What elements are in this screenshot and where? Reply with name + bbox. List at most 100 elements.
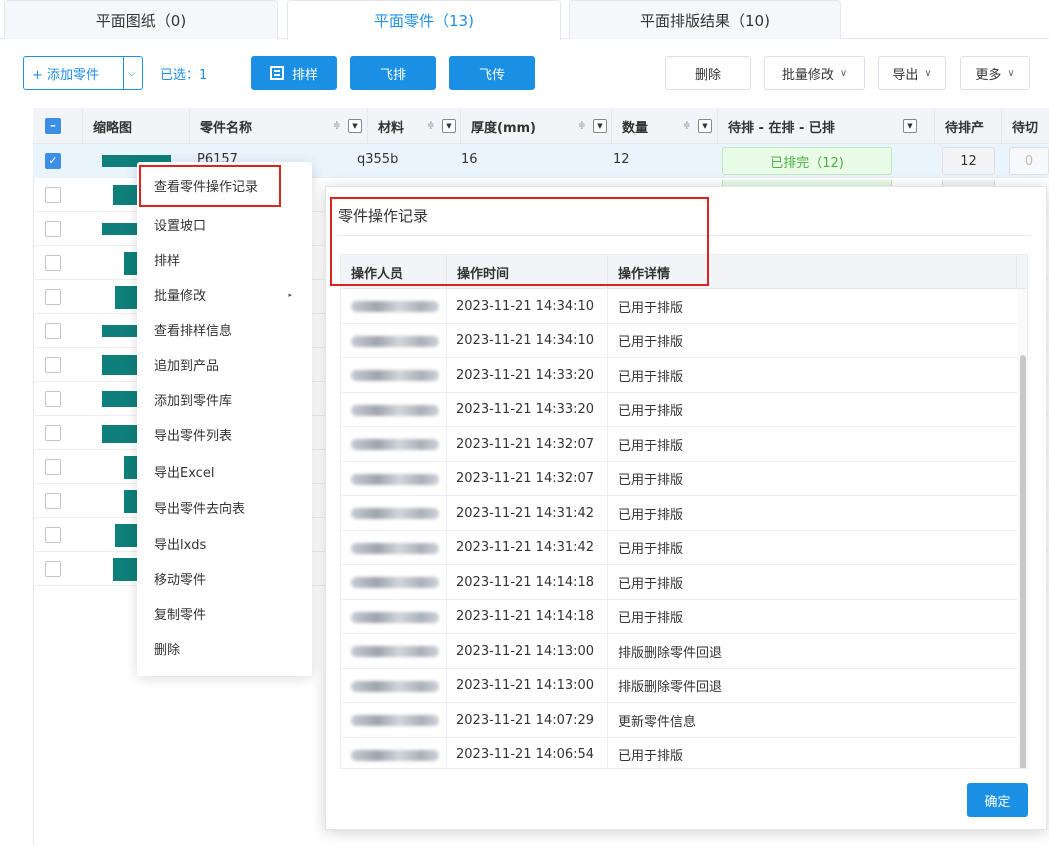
log-row: 2023-11-21 14:06:54 已用于排版 (341, 737, 1017, 768)
menu-item-export-destination[interactable]: 导出零件去向表 (137, 490, 312, 525)
part-thumbnail (102, 325, 137, 337)
redacted-operator (351, 370, 439, 381)
row-checkbox[interactable] (45, 221, 61, 237)
fly-nest-button[interactable]: 飞排 (350, 56, 436, 90)
export-label: 导出 (892, 67, 919, 83)
part-thumbnail (115, 524, 137, 547)
add-part-button[interactable]: + 添加零件 ⌵ (23, 56, 143, 90)
detail-cell: 已用于排版 (618, 542, 684, 557)
highlight-box (139, 165, 281, 207)
part-thickness: 16 (461, 152, 478, 167)
row-checkbox[interactable] (45, 255, 61, 271)
row-checkbox[interactable] (45, 391, 61, 407)
row-checkbox[interactable] (45, 459, 61, 475)
operator-cell (341, 530, 447, 565)
log-row: 2023-11-21 14:34:10 已用于排版 (341, 323, 1017, 358)
detail-cell: 已用于排版 (618, 507, 684, 523)
ok-button[interactable]: 确定 (967, 783, 1028, 817)
detail-cell: 已用于排版 (618, 300, 684, 316)
log-row: 2023-11-21 14:32:07 已用于排版 (341, 461, 1017, 496)
tab-drawings[interactable]: 平面图纸（0) (4, 0, 278, 39)
row-checkbox[interactable] (45, 527, 61, 543)
col-name-label: 零件名称 (200, 120, 253, 136)
col-quantity[interactable]: 数量 ≑ ▼ (612, 108, 718, 144)
time-cell: 2023-11-21 14:32:07 (447, 427, 608, 461)
parts-table-header: – 缩略图 零件名称 ≑ ▼ 材料 ≑ ▼ 厚度(mm) ≑ ▼ 数量 ≑ ▼ … (33, 108, 1049, 144)
filter-icon[interactable]: ▼ (698, 119, 712, 133)
redacted-operator (351, 508, 439, 519)
scrollbar-thumb[interactable] (1020, 355, 1026, 768)
menu-item-move-part[interactable]: 移动零件 (137, 561, 312, 596)
filter-icon[interactable]: ▼ (593, 119, 607, 133)
menu-item-label: 导出lxds (154, 538, 207, 553)
row-checkbox[interactable] (45, 425, 61, 441)
filter-icon[interactable]: ▼ (903, 119, 917, 133)
menu-item-batch-edit[interactable]: 批量修改 ▸ (137, 277, 312, 312)
menu-item-export-excel[interactable]: 导出Excel (137, 454, 312, 489)
row-checkbox[interactable]: ✓ (45, 153, 61, 169)
col-material-label: 材料 (378, 120, 405, 136)
chevron-down-icon[interactable]: ⌵ (128, 68, 136, 79)
col-status[interactable]: 待排 - 在排 - 已排 ▼ (718, 108, 935, 144)
detail-cell: 已用于排版 (618, 576, 684, 592)
menu-item-set-bevel[interactable]: 设置坡口 (137, 207, 312, 242)
time-cell: 2023-11-21 14:34:10 (447, 323, 608, 358)
row-checkbox[interactable] (45, 357, 61, 373)
menu-item-copy-part[interactable]: 复制零件 (137, 596, 312, 631)
redacted-operator (351, 715, 439, 726)
pending-prod-value: 12 (942, 147, 995, 175)
delete-button[interactable]: 删除 (665, 56, 751, 90)
batch-edit-dropdown[interactable]: 批量修改 ∨ (764, 56, 865, 90)
sort-icon[interactable]: ≑ (578, 121, 586, 131)
row-checkbox[interactable] (45, 187, 61, 203)
col-name[interactable]: 零件名称 ≑ ▼ (190, 108, 368, 144)
redacted-operator (351, 404, 439, 416)
menu-item-label: 排样 (154, 254, 181, 269)
detail-cell: 已用于排版 (618, 404, 684, 419)
detail-cell: 更新零件信息 (618, 714, 697, 730)
menu-item-append-to-product[interactable]: 追加到产品 (137, 347, 312, 382)
context-menu: 查看零件操作记录 设置坡口 排样 批量修改 ▸ 查看排样信息 追加到产品 添加到零… (137, 162, 312, 676)
col-thickness[interactable]: 厚度(mm) ≑ ▼ (461, 108, 612, 144)
add-part-label: + 添加零件 (32, 67, 100, 83)
menu-item-add-to-library[interactable]: 添加到零件库 (137, 382, 312, 417)
menu-item-label: 添加到零件库 (154, 394, 233, 409)
tab-parts[interactable]: 平面零件（13) (287, 0, 561, 40)
select-all-cell: – (33, 108, 83, 144)
select-all-checkbox[interactable]: – (45, 118, 61, 134)
menu-item-view-nest-info[interactable]: 查看排样信息 (137, 312, 312, 347)
export-dropdown[interactable]: 导出 ∨ (878, 56, 946, 90)
log-row: 2023-11-21 14:13:00 排版删除零件回退 (341, 668, 1017, 703)
sort-icon[interactable]: ≑ (683, 121, 691, 131)
log-row: 2023-11-21 14:14:18 已用于排版 (341, 599, 1017, 634)
operator-cell (341, 427, 447, 461)
time-cell: 2023-11-21 14:32:07 (447, 461, 608, 496)
menu-item-export-part-list[interactable]: 导出零件列表 (137, 417, 312, 452)
tab-nesting-results[interactable]: 平面排版结果（10) (569, 0, 841, 39)
col-pending-prod: 待排产 (935, 108, 1002, 144)
filter-icon[interactable]: ▼ (442, 119, 456, 133)
tab-label: 平面零件（13) (374, 12, 474, 30)
menu-item-delete[interactable]: 删除 (137, 631, 312, 666)
chevron-down-icon: ∨ (1007, 67, 1015, 79)
menu-item-nest[interactable]: 排样 (137, 242, 312, 277)
row-checkbox[interactable] (45, 323, 61, 339)
time-cell: 2023-11-21 14:33:20 (447, 358, 608, 392)
fly-transfer-button[interactable]: 飞传 (449, 56, 535, 90)
menu-item-label: 导出零件列表 (154, 429, 233, 444)
more-dropdown[interactable]: 更多 ∨ (960, 56, 1030, 90)
part-thumbnail (124, 252, 137, 275)
log-row: 2023-11-21 14:34:10 已用于排版 (341, 289, 1017, 324)
nest-button[interactable]: 排样 (251, 56, 337, 90)
col-material[interactable]: 材料 ≑ ▼ (368, 108, 461, 144)
row-checkbox[interactable] (45, 289, 61, 305)
sort-icon[interactable]: ≑ (333, 121, 341, 131)
sort-icon[interactable]: ≑ (427, 121, 435, 131)
filter-icon[interactable]: ▼ (348, 119, 362, 133)
row-checkbox[interactable] (45, 561, 61, 577)
time-cell: 2023-11-21 14:07:29 (447, 703, 608, 737)
operator-cell (341, 599, 447, 634)
menu-item-label: 设置坡口 (154, 219, 207, 234)
row-checkbox[interactable] (45, 493, 61, 509)
menu-item-export-lxds[interactable]: 导出lxds (137, 526, 312, 561)
